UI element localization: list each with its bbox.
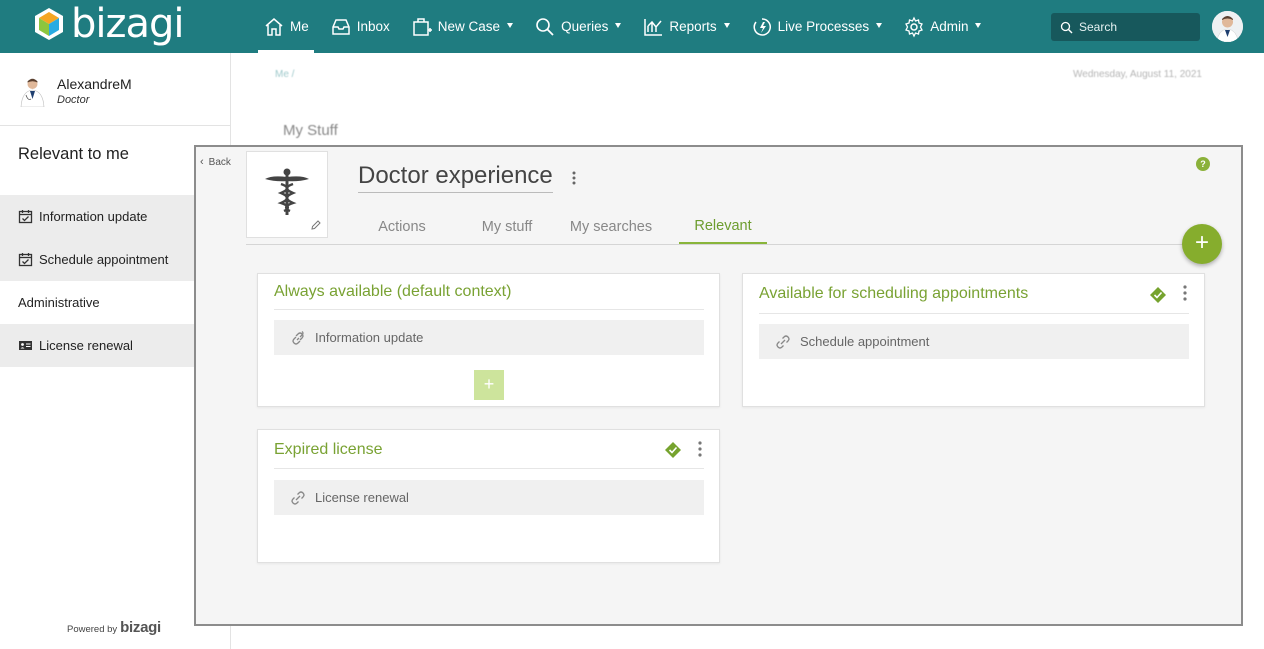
action-link-schedule-appointment[interactable]: Schedule appointment	[759, 324, 1189, 359]
nav-inbox-label: Inbox	[356, 19, 390, 34]
tab-actions[interactable]: Actions	[358, 209, 446, 244]
chevron-down-icon	[876, 22, 883, 28]
help-icon[interactable]: ?	[1196, 157, 1210, 171]
chart-icon	[642, 16, 664, 38]
nav-live-processes[interactable]: Live Processes	[746, 0, 888, 53]
new-case-icon	[411, 16, 433, 38]
current-date: Wednesday, August 11, 2021	[1073, 69, 1202, 80]
top-navbar: bizagi Me Inbox New Case Queries Reports…	[0, 0, 1264, 53]
nav-reports[interactable]: Reports	[637, 0, 734, 53]
tabs-divider	[246, 244, 1184, 245]
search-icon	[534, 16, 556, 38]
link-icon	[291, 490, 305, 505]
powered-by-brand: bizagi	[120, 619, 161, 636]
chevron-left-icon: ‹	[200, 156, 204, 168]
card-title: Always available (default context)	[274, 283, 512, 300]
context-card: Always available (default context) Infor…	[257, 273, 720, 407]
lightning-icon	[751, 16, 773, 38]
more-options-icon[interactable]	[698, 441, 702, 457]
action-link-license-renewal[interactable]: License renewal	[274, 480, 704, 515]
calendar-check-icon	[18, 209, 33, 224]
experience-tabs: Actions My stuff My searches Relevant	[358, 209, 792, 244]
sidebar-divider	[0, 125, 231, 126]
chevron-down-icon	[975, 22, 982, 28]
action-link-label: Schedule appointment	[800, 334, 930, 349]
more-options-icon[interactable]	[572, 171, 576, 185]
bizagi-logo-icon	[35, 8, 63, 40]
back-button[interactable]: ‹ Back	[200, 156, 231, 168]
link-icon	[292, 330, 304, 345]
nav-queries[interactable]: Queries	[529, 0, 626, 53]
verified-diamond-icon	[665, 442, 681, 458]
user-name: AlexandreM	[57, 76, 132, 92]
powered-by-footer: Powered by bizagi	[67, 619, 161, 636]
main-nav: Me Inbox New Case Queries Reports Live P…	[258, 0, 997, 53]
sidebar-title: Relevant to me	[18, 145, 129, 163]
card-title: Available for scheduling appointments	[759, 285, 1029, 302]
context-card: Available for scheduling appointments Sc…	[742, 273, 1205, 407]
search-input[interactable]: Search	[1051, 13, 1200, 41]
nav-admin[interactable]: Admin	[898, 0, 986, 53]
action-link-information-update[interactable]: Information update	[274, 320, 704, 355]
sidebar-section-label: Administrative	[18, 295, 100, 310]
action-link-label: License renewal	[315, 490, 409, 505]
nav-me[interactable]: Me	[258, 0, 314, 53]
user-role: Doctor	[57, 94, 90, 106]
home-icon	[263, 16, 285, 38]
breadcrumb[interactable]: Me /	[275, 69, 294, 80]
sidebar-item-label: Information update	[39, 209, 148, 224]
page-title: My Stuff	[283, 122, 338, 139]
chevron-down-icon	[507, 22, 514, 28]
chevron-down-icon	[615, 22, 622, 28]
edit-icon[interactable]	[310, 219, 322, 231]
nav-new-case-label: New Case	[437, 19, 501, 34]
bizagi-logo-text: bizagi	[71, 1, 185, 47]
link-icon	[776, 334, 790, 349]
experience-panel: ‹ Back Doctor experience ? Actions My st…	[194, 145, 1243, 626]
chevron-down-icon	[723, 22, 730, 28]
sidebar-item-label: Schedule appointment	[39, 252, 169, 267]
nav-me-label: Me	[290, 19, 309, 34]
back-label: Back	[208, 156, 231, 168]
add-button[interactable]: +	[1182, 224, 1222, 264]
gear-icon	[903, 16, 925, 38]
avatar[interactable]	[1212, 11, 1243, 42]
experience-icon-box[interactable]	[246, 151, 328, 238]
id-card-icon	[18, 338, 33, 353]
card-divider	[274, 309, 704, 310]
add-action-button[interactable]: +	[474, 370, 504, 400]
powered-by-text: Powered by	[67, 624, 118, 635]
nav-live-processes-label: Live Processes	[777, 19, 870, 34]
nav-inbox[interactable]: Inbox	[325, 0, 395, 53]
action-link-label: Information update	[315, 330, 424, 345]
card-divider	[759, 313, 1189, 314]
more-options-icon[interactable]	[1183, 285, 1187, 301]
nav-queries-label: Queries	[561, 19, 609, 34]
experience-title: Doctor experience	[358, 162, 553, 193]
bizagi-logo[interactable]: bizagi	[33, 1, 185, 47]
user-avatar-icon	[20, 78, 45, 107]
sidebar-item-label: License renewal	[39, 338, 133, 353]
card-title: Expired license	[274, 441, 383, 458]
inbox-icon	[330, 16, 352, 38]
caduceus-icon	[265, 168, 309, 215]
user-avatar-icon	[1212, 11, 1243, 42]
search-icon	[1060, 21, 1073, 33]
tab-my-stuff[interactable]: My stuff	[471, 209, 543, 244]
calendar-check-icon	[18, 252, 33, 267]
context-card: Expired license License renewal	[257, 429, 720, 563]
nav-admin-label: Admin	[930, 19, 969, 34]
nav-reports-label: Reports	[669, 19, 717, 34]
verified-diamond-icon	[1150, 287, 1166, 303]
nav-new-case[interactable]: New Case	[406, 0, 518, 53]
tab-my-searches[interactable]: My searches	[568, 209, 654, 244]
search-placeholder: Search	[1079, 20, 1118, 34]
user-profile[interactable]: AlexandreM Doctor	[18, 75, 132, 107]
tab-relevant[interactable]: Relevant	[679, 209, 767, 244]
card-divider	[274, 468, 704, 469]
